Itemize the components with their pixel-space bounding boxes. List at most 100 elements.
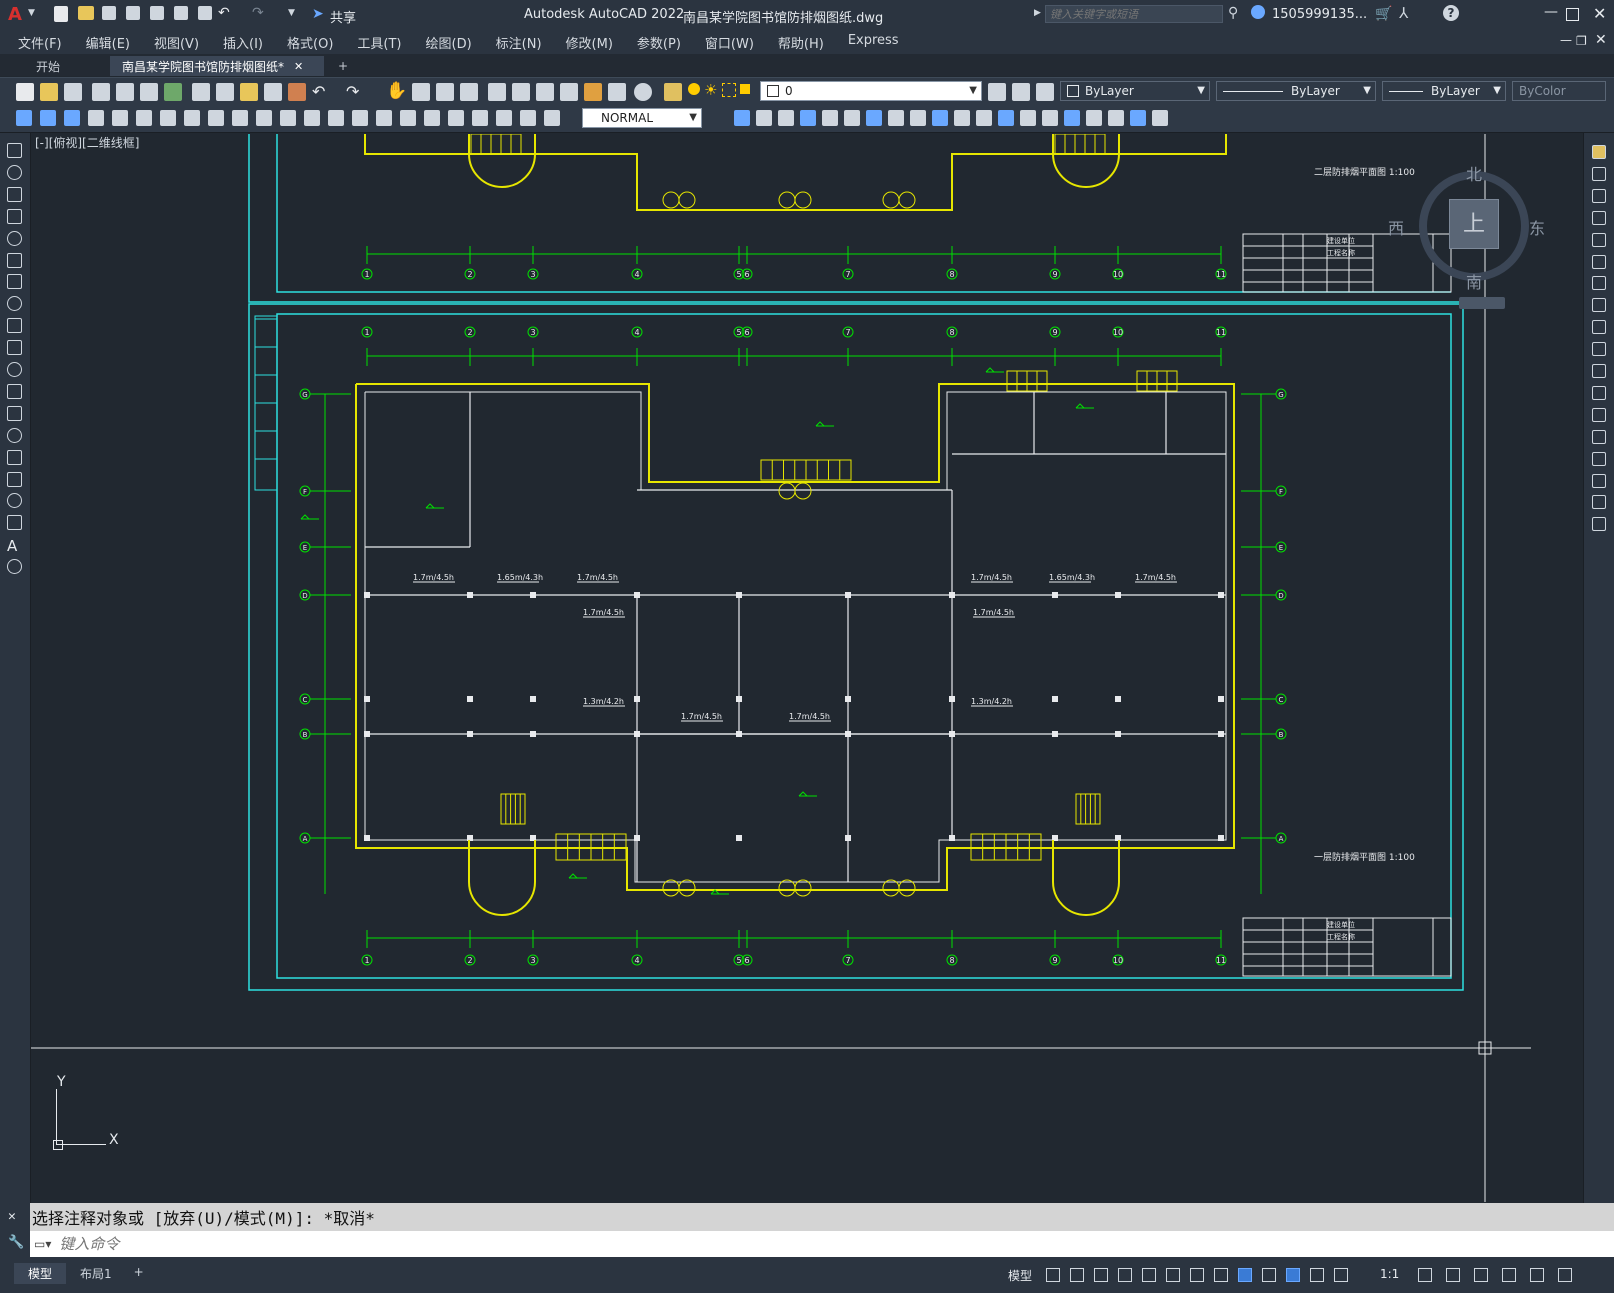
autodesk-a360-icon[interactable]: ⅄ bbox=[1399, 4, 1408, 22]
point-icon[interactable] bbox=[7, 427, 22, 443]
layer-properties-icon[interactable] bbox=[664, 83, 682, 101]
ellipse-icon[interactable] bbox=[7, 340, 22, 356]
copy-object-icon[interactable] bbox=[1592, 166, 1606, 181]
layer-on-icon[interactable] bbox=[688, 83, 700, 95]
plot-icon[interactable] bbox=[174, 6, 188, 20]
ucs-z-icon[interactable] bbox=[1130, 110, 1146, 126]
layer-previous-icon[interactable] bbox=[1012, 83, 1030, 101]
frame-icon[interactable] bbox=[888, 110, 904, 126]
command-grip[interactable]: ✕ bbox=[0, 1203, 30, 1231]
layer-viewport-icon[interactable] bbox=[722, 83, 736, 97]
add-selected-icon[interactable] bbox=[7, 559, 22, 575]
block-editor-icon[interactable] bbox=[288, 83, 306, 101]
share-icon[interactable]: ➤ bbox=[312, 6, 324, 22]
menu-item[interactable]: 修改(M) bbox=[554, 33, 625, 52]
extend-icon[interactable] bbox=[1592, 364, 1606, 378]
ucs-origin-icon[interactable] bbox=[1020, 110, 1036, 126]
ucs-face-icon[interactable] bbox=[954, 110, 970, 126]
menu-item[interactable]: 标注(N) bbox=[484, 33, 554, 52]
save-icon[interactable] bbox=[102, 6, 116, 20]
publish-drawing-icon[interactable] bbox=[140, 83, 158, 101]
menu-item[interactable]: 格式(O) bbox=[275, 33, 345, 52]
customization-icon[interactable] bbox=[1558, 1268, 1572, 1282]
ucs-object-icon[interactable] bbox=[976, 110, 992, 126]
trim-icon[interactable] bbox=[1592, 342, 1606, 357]
open-drawing-icon[interactable] bbox=[40, 83, 58, 101]
polygon-icon[interactable] bbox=[7, 208, 22, 224]
join-icon[interactable] bbox=[1592, 429, 1606, 444]
viewcube-west[interactable]: 西 bbox=[1388, 215, 1404, 239]
match-properties-icon[interactable] bbox=[264, 83, 282, 101]
dim-jogged-icon[interactable] bbox=[136, 110, 152, 126]
app-menu-chevron-icon[interactable]: ▼ bbox=[28, 8, 35, 18]
dim-continue-icon[interactable] bbox=[256, 110, 272, 126]
pan-icon[interactable]: ✋ bbox=[386, 81, 407, 101]
polyline-icon[interactable] bbox=[7, 186, 22, 202]
web-publish-icon[interactable] bbox=[164, 83, 182, 101]
ortho-icon[interactable] bbox=[1094, 1268, 1108, 1282]
insert-block-icon[interactable] bbox=[734, 110, 750, 126]
zoom-realtime-icon[interactable] bbox=[412, 83, 430, 101]
table-icon[interactable] bbox=[7, 515, 22, 531]
maximize-icon[interactable] bbox=[1566, 8, 1579, 21]
dim-diameter-icon[interactable] bbox=[160, 110, 176, 126]
menu-item[interactable]: 文件(F) bbox=[6, 33, 74, 52]
ucs-3point-icon[interactable] bbox=[1064, 110, 1080, 126]
mirror-icon[interactable] bbox=[1592, 188, 1606, 203]
layer-lock-icon[interactable] bbox=[740, 84, 750, 94]
layer-freeze-icon[interactable]: ☀ bbox=[704, 81, 717, 99]
gradient-icon[interactable] bbox=[7, 471, 22, 487]
doc-restore-icon[interactable]: ❐ bbox=[1576, 34, 1587, 48]
text-style-icon[interactable] bbox=[520, 110, 536, 126]
rotate-icon[interactable] bbox=[1592, 276, 1606, 291]
toolbar-redo-icon[interactable]: ↷ bbox=[346, 82, 359, 101]
command-customize[interactable]: 🔧 bbox=[0, 1231, 30, 1257]
dim-angular-icon[interactable] bbox=[184, 110, 200, 126]
center-mark-icon[interactable] bbox=[352, 110, 368, 126]
break-point-icon[interactable] bbox=[1592, 385, 1606, 400]
transparency-icon[interactable] bbox=[1238, 1268, 1252, 1282]
dim-arc-icon[interactable] bbox=[64, 110, 80, 126]
plot-preview-icon[interactable] bbox=[116, 83, 134, 101]
plot-drawing-icon[interactable] bbox=[92, 83, 110, 101]
viewcube-south[interactable]: 南 bbox=[1466, 269, 1482, 293]
rectangle-icon[interactable] bbox=[7, 230, 22, 246]
menu-item[interactable]: 视图(V) bbox=[142, 33, 211, 52]
move-icon[interactable] bbox=[1592, 254, 1606, 269]
wcs-menu[interactable] bbox=[1459, 297, 1505, 309]
autocad-logo-icon[interactable]: A bbox=[8, 4, 22, 25]
jogged-linear-icon[interactable] bbox=[400, 110, 416, 126]
viewcube-east[interactable]: 东 bbox=[1529, 215, 1545, 239]
quick-dim-icon[interactable] bbox=[208, 110, 224, 126]
underlay-icon[interactable] bbox=[866, 110, 882, 126]
dim-linear-icon[interactable] bbox=[16, 110, 32, 126]
search-icon[interactable]: ⚲ bbox=[1228, 5, 1238, 21]
blend-icon[interactable] bbox=[1592, 495, 1606, 510]
circle-icon[interactable] bbox=[7, 274, 22, 290]
linetype-dropdown[interactable]: ByLayer ▼ bbox=[1216, 81, 1376, 101]
lineweight-dropdown[interactable]: ByLayer ▼ bbox=[1382, 81, 1506, 101]
ellipse-arc-icon[interactable] bbox=[7, 362, 22, 377]
menu-item[interactable]: 参数(P) bbox=[625, 33, 693, 52]
tab-model[interactable]: 模型 bbox=[14, 1263, 67, 1284]
design-center-icon[interactable] bbox=[512, 83, 530, 101]
ucs-x-icon[interactable] bbox=[1086, 110, 1102, 126]
make-current-layer-icon[interactable] bbox=[988, 83, 1006, 101]
ucs-y-icon[interactable] bbox=[1108, 110, 1124, 126]
dim-radius-icon[interactable] bbox=[112, 110, 128, 126]
ucs-apply-icon[interactable] bbox=[1152, 110, 1168, 126]
tab-layout1[interactable]: 布局1 bbox=[66, 1263, 126, 1284]
plotstyle-dropdown[interactable]: ByColor bbox=[1512, 81, 1606, 101]
doc-close-icon[interactable]: ✕ bbox=[1595, 32, 1607, 48]
drawing-viewport[interactable]: [-][俯视][二维线框] 1 2 3 4 5 6 7 8 9 10 11 1 2 3 4 5 6 7 8 9 10 11… bbox=[31, 134, 1583, 1202]
tool-palettes-icon[interactable] bbox=[536, 83, 554, 101]
object-snap-icon[interactable] bbox=[1190, 1268, 1204, 1282]
paste-icon[interactable] bbox=[240, 83, 258, 101]
scale-icon[interactable] bbox=[1592, 298, 1606, 313]
customize-qat-icon[interactable]: ▼ bbox=[288, 8, 295, 18]
add-layout-button[interactable]: + bbox=[126, 1263, 152, 1284]
search-expand-icon[interactable]: ▶ bbox=[1034, 8, 1041, 18]
menu-item[interactable]: Express bbox=[836, 33, 911, 52]
tolerance-icon[interactable] bbox=[328, 110, 344, 126]
offset-icon[interactable] bbox=[1592, 210, 1606, 225]
